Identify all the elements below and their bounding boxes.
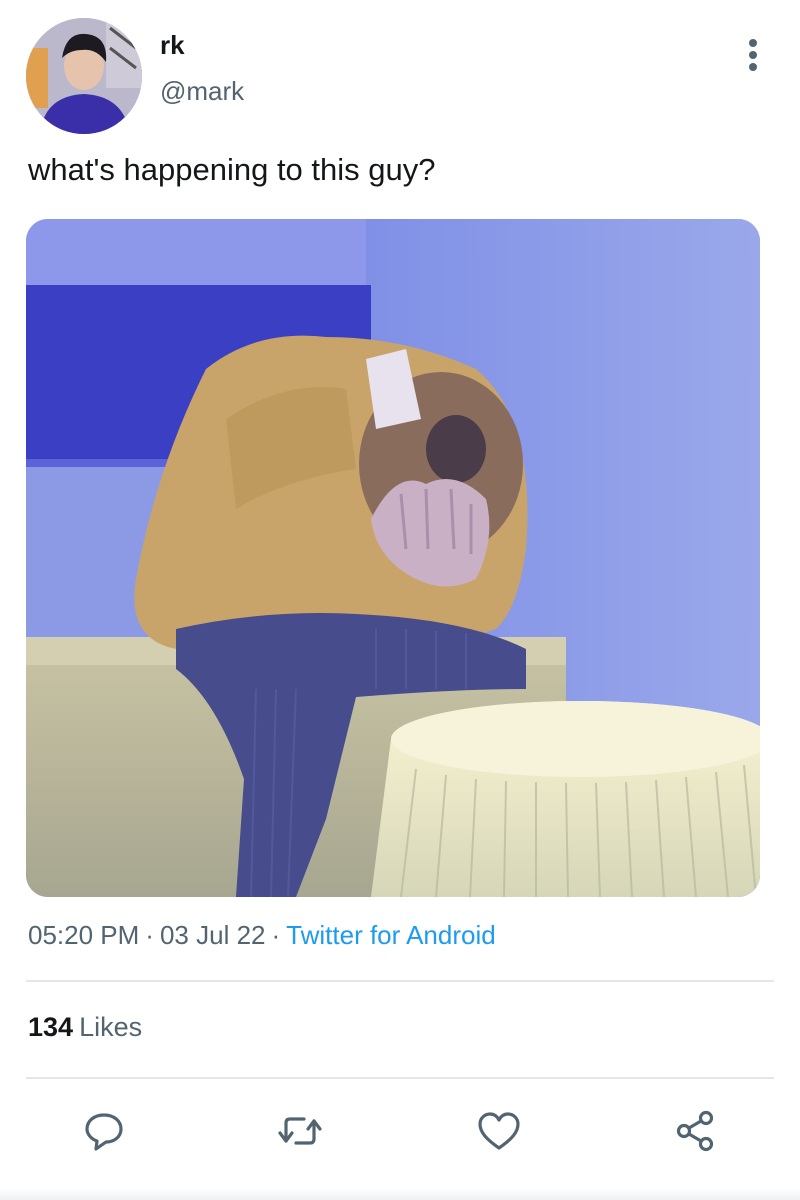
retweet-button[interactable] xyxy=(275,1106,325,1156)
meta-separator: · xyxy=(145,920,154,950)
display-name[interactable]: rk xyxy=(160,30,185,61)
divider xyxy=(26,1077,774,1079)
tweet-media-image[interactable] xyxy=(26,219,760,897)
more-vertical-icon xyxy=(749,39,757,71)
avatar[interactable] xyxy=(26,18,142,134)
tweet-meta: 05:20 PM · 03 Jul 22 · Twitter for Android xyxy=(28,920,496,951)
tweet-time: 05:20 PM xyxy=(28,920,140,950)
tweet-text: what's happening to this guy? xyxy=(28,152,436,187)
likes-stat[interactable]: 134 Likes xyxy=(28,1012,142,1043)
meta-separator: · xyxy=(271,920,281,950)
like-button[interactable] xyxy=(474,1106,524,1156)
more-options-button[interactable] xyxy=(738,36,768,76)
tweet-source-link[interactable]: Twitter for Android xyxy=(286,920,496,950)
retweet-icon xyxy=(278,1117,322,1145)
divider xyxy=(26,980,774,982)
share-button[interactable] xyxy=(671,1106,721,1156)
heart-icon xyxy=(478,1112,520,1150)
bottom-edge xyxy=(0,1188,800,1200)
share-icon xyxy=(676,1110,714,1152)
reply-button[interactable] xyxy=(79,1106,129,1156)
likes-count: 134 xyxy=(28,1012,74,1042)
reply-icon xyxy=(85,1113,123,1151)
user-handle[interactable]: @mark xyxy=(160,76,244,107)
tweet-detail-page: rk @mark what's happening to this guy? 0… xyxy=(0,0,800,1200)
likes-label: Likes xyxy=(79,1012,143,1042)
tweet-date: 03 Jul 22 xyxy=(159,920,266,950)
tweet-action-bar xyxy=(0,1106,800,1156)
